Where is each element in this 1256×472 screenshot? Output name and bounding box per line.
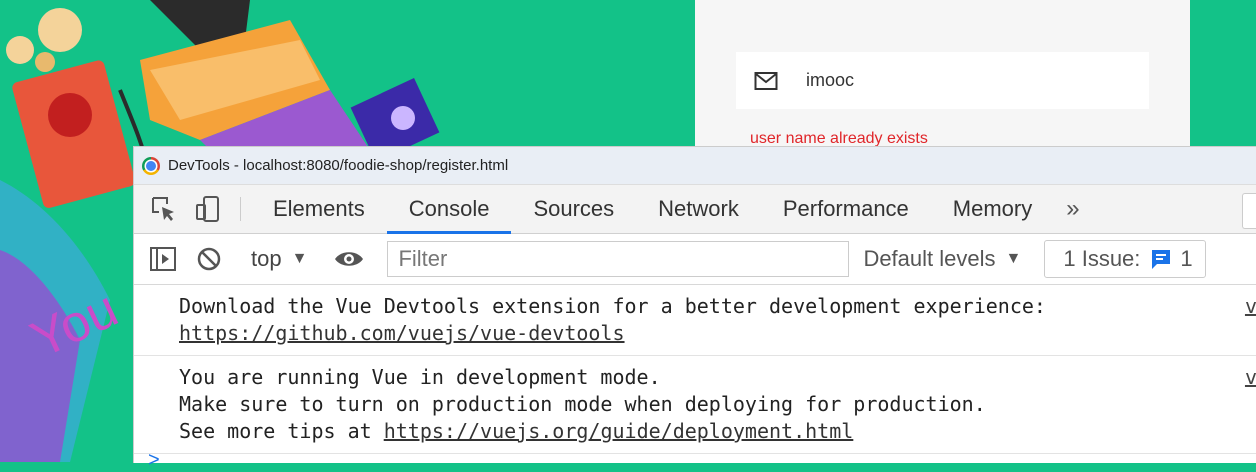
message-text: Make sure to turn on production mode whe… [179,392,986,416]
console-prompt[interactable]: > [148,449,160,472]
issues-button[interactable]: 1 Issue: 1 [1044,240,1206,278]
tab-console[interactable]: Console [386,185,512,234]
levels-label: Default levels [863,246,996,271]
tab-elements[interactable]: Elements [251,185,387,233]
more-tabs-button[interactable]: » [1054,185,1091,233]
context-value: top [251,246,282,271]
device-toggle-icon[interactable] [186,185,230,233]
tab-network[interactable]: Network [636,185,761,233]
tab-sources[interactable]: Sources [511,185,636,233]
message-link[interactable]: https://github.com/vuejs/vue-devtools [179,321,625,345]
dropdown-arrow-icon: ▼ [291,250,308,267]
settings-area[interactable] [1242,193,1256,229]
message-text: See more tips at [179,419,384,443]
devtools-title: DevTools - localhost:8080/foodie-shop/re… [168,157,509,174]
issues-count: 1 [1180,246,1193,271]
tab-memory[interactable]: Memory [931,185,1054,233]
message-link[interactable]: https://vuejs.org/guide/deployment.html [384,419,854,443]
filter-input[interactable]: Filter [387,241,850,277]
divider [240,197,241,221]
console-message: You are running Vue in development mode.… [134,356,1256,454]
email-field[interactable]: imooc [736,52,1149,109]
devtools-title-bar: DevTools - localhost:8080/foodie-shop/re… [134,147,1256,185]
issue-icon [1152,250,1171,269]
console-output: Download the Vue Devtools extension for … [134,285,1256,454]
devtools-window: DevTools - localhost:8080/foodie-shop/re… [133,146,1256,471]
message-source-link[interactable]: v [1245,364,1256,391]
console-message: Download the Vue Devtools extension for … [134,285,1256,356]
devtools-tab-bar: Elements Console Sources Network Perform… [134,185,1256,234]
chrome-logo [142,156,160,175]
envelope-icon [754,71,778,90]
message-text: Download the Vue Devtools extension for … [179,294,1046,318]
log-levels-dropdown[interactable]: Default levels ▼ [849,246,1035,272]
context-selector[interactable]: top ▼ [241,246,317,272]
issues-label: 1 Issue: [1063,246,1141,271]
inspect-element-icon[interactable] [142,185,186,233]
dropdown-arrow-icon: ▼ [1005,250,1022,267]
tab-performance[interactable]: Performance [761,185,931,233]
clear-console-icon[interactable] [186,234,232,284]
message-text: You are running Vue in development mode. [179,365,661,389]
eye-icon[interactable] [326,234,372,284]
email-value: imooc [806,70,855,90]
console-toolbar: top ▼ Filter Default levels ▼ 1 Issue: 1 [134,234,1256,285]
sidebar-toggle-icon[interactable] [140,234,186,284]
filter-placeholder: Filter [398,246,448,271]
message-source-link[interactable]: v [1245,293,1256,320]
